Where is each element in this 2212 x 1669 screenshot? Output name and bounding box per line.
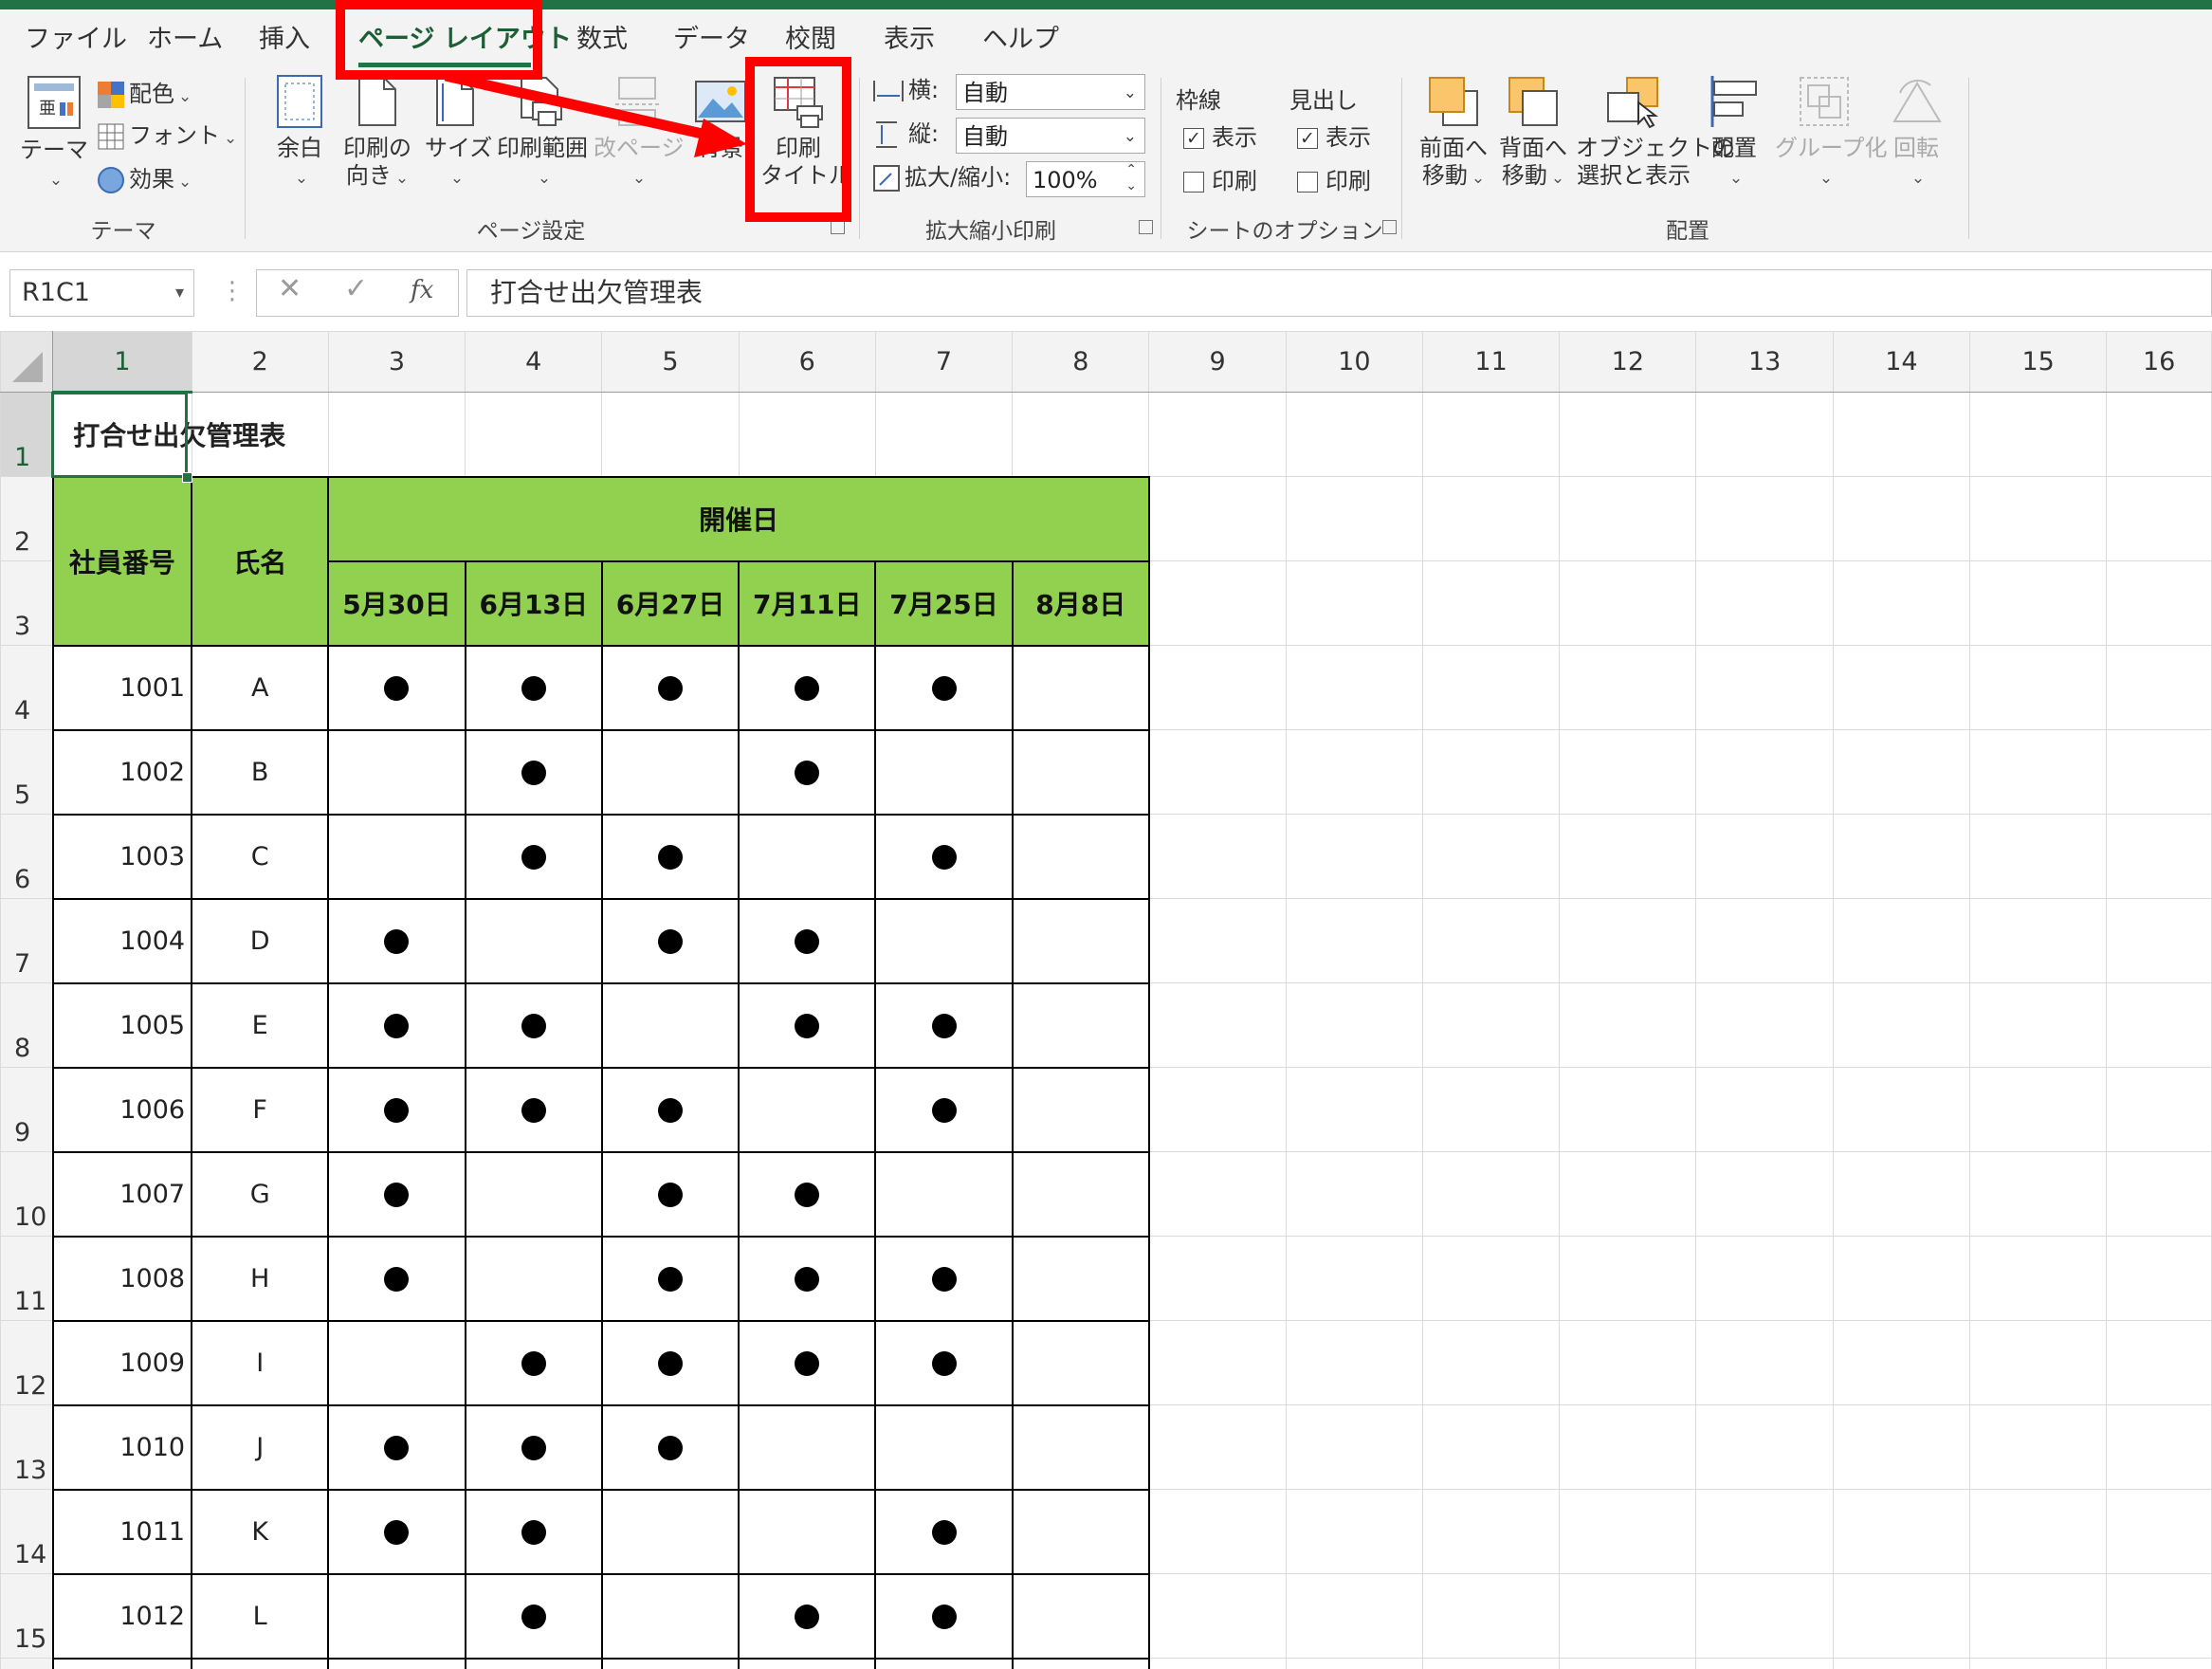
annotation-arrow-icon xyxy=(444,70,747,157)
